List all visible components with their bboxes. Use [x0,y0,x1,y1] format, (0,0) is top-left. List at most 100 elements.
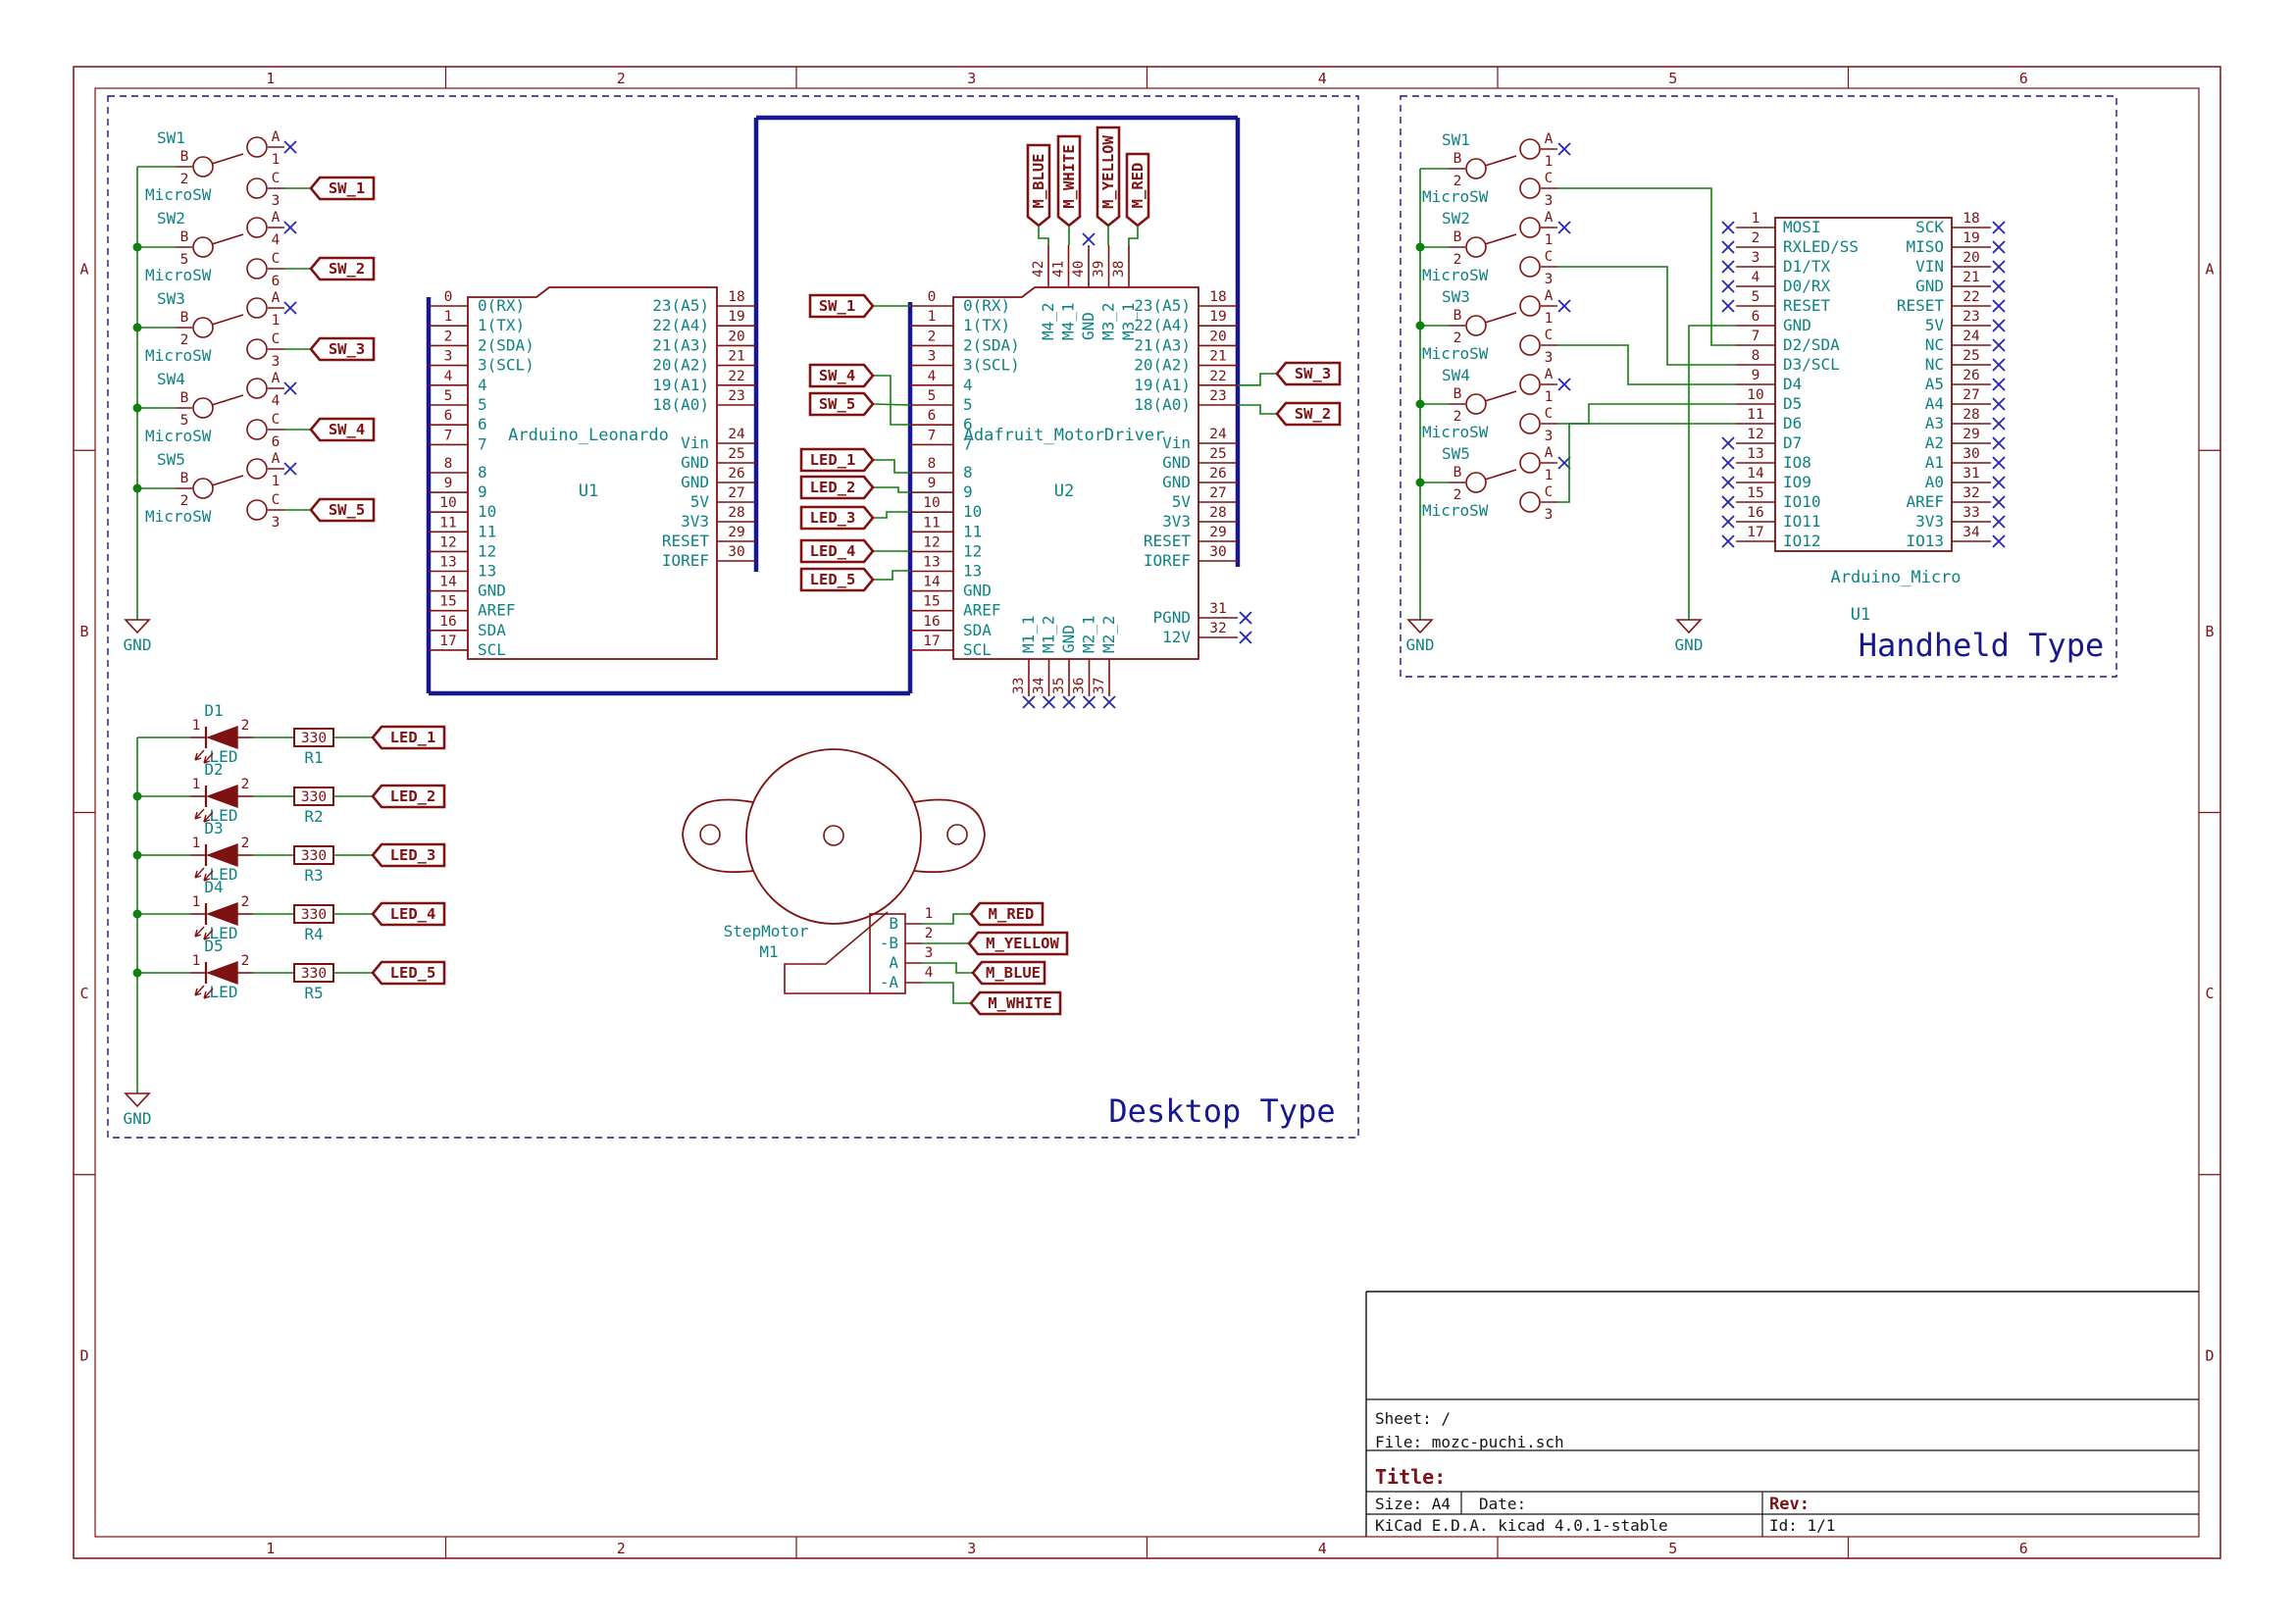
pin-number: 6 [928,408,937,424]
schematic-canvas: 112233445566AABBCCDDSheet: /File: mozc-p… [0,0,2294,1624]
switch-pin-circle [1520,178,1540,198]
pin-name: A4 [1925,394,1944,413]
pin-name: GND [478,582,506,600]
frame-column-label: 1 [266,70,275,87]
global-label-text: LED_3 [390,846,436,864]
pin-name: A0 [1925,473,1944,491]
pin-name: D7 [1783,433,1802,452]
pin-number: 2 [1453,409,1462,425]
gnd-symbol [126,620,149,633]
wire [1557,267,1736,365]
switch-value: MicroSW [1422,344,1489,363]
pin-name: 12 [963,541,982,560]
pin-name: 0(RX) [478,296,525,315]
pin-number: 5 [180,413,189,429]
global-label-text: LED_3 [810,509,856,527]
global-label-text: M_RED [1129,163,1147,209]
frame-column-label: 1 [266,1540,275,1557]
pin-name: AREF [1906,492,1944,511]
gnd-label: GND [1675,635,1704,654]
switch-pin-circle [247,178,267,198]
resistor-ref: R1 [304,748,323,767]
component-u2-motordriver[interactable]: 00(RX)11(TX)22(SDA)33(SCL)44556677889910… [910,127,1251,708]
component-m1-stepmotor[interactable]: StepMotorM1B1M_RED-B2M_YELLOWA3M_BLUE-A4… [683,749,1067,1014]
pin-name: 4 [478,376,487,394]
pin-number: 18 [1209,289,1226,305]
switch-pin-circle [247,218,267,237]
pin-number: 2 [241,718,250,734]
pin-name: 10 [963,502,982,521]
component-u1-micro[interactable]: 1MOSI18SCK2RXLED/SS19MISO3D1/TX20VIN4D0/… [1722,211,2005,625]
pin-number: 8 [928,456,937,472]
pin-number: 39 [1092,261,1107,278]
switch-lever [1485,470,1516,480]
u2-right-labels[interactable]: SW_3SW_2 [1238,363,1340,425]
pin-name: IO9 [1783,473,1811,491]
pin-letter: A [272,371,280,386]
led-triangle [208,727,237,748]
desktop-switches[interactable]: GNDSW1MicroSWB2A1C3SW_1SW2MicroSWB5A4C6S… [124,128,374,654]
pin-number: 3 [444,349,453,365]
pin-number: 27 [728,485,744,501]
led-value: LED [210,983,238,1001]
pin-number: 24 [1963,329,1980,344]
wire [1039,226,1048,245]
frame-row-label: B [2205,623,2214,640]
pin-letter: B [1453,151,1462,167]
pin-name: 3V3 [1915,512,1944,531]
pin-number: 7 [928,428,937,443]
pin-number: 16 [1747,505,1763,521]
pin-letter: B [180,229,189,245]
pin-number: 23 [1209,388,1226,404]
pin-name: GND [1162,453,1191,472]
switch-value: MicroSW [1422,423,1489,441]
pin-number: 34 [1963,525,1980,540]
pin-name: D6 [1783,414,1802,432]
pin-name: RXLED/SS [1783,237,1859,256]
pin-number: 2 [1453,252,1462,268]
pin-number: 15 [1747,485,1763,501]
pin-name: GND [681,453,709,472]
desktop-leds[interactable]: GND12D1LED330R1LED_112D2LED330R2LED_212D… [124,701,444,1128]
global-label-text: SW_4 [329,421,365,438]
frame-row-label: D [79,1346,88,1364]
wire [1129,226,1138,245]
pin-name: IO10 [1783,492,1821,511]
u2-left-labels[interactable]: SW_1SW_4SW_5LED_1LED_2LED_3LED_4LED_5 [801,295,910,590]
pin-name: 5 [478,395,487,414]
frame-column-label: 5 [1668,70,1677,87]
pin-name: 9 [478,482,487,501]
pin-number: 5 [928,388,937,404]
pin-name: 5V [1172,492,1192,511]
switch-pin-circle [1520,139,1540,159]
pin-number: 17 [439,634,456,649]
pin-name: 9 [963,482,973,501]
pin-letter: A [272,290,280,306]
pin-name: SDA [478,621,506,639]
pin-name: IO8 [1783,453,1811,472]
pin-number: 1 [1545,232,1554,248]
switch-pin-circle [193,237,213,257]
pin-number: 1 [1545,311,1554,327]
pin-number: 5 [1752,289,1760,305]
frame-column-label: 5 [1668,1540,1677,1557]
pin-name: 12V [1162,628,1191,646]
handheld-switches[interactable]: GNDSW1MicroSWB2A1C3SW2MicroSWB2A1C3SW3Mi… [1406,130,1736,654]
pin-name: 0(RX) [963,296,1010,315]
switch-value: MicroSW [145,185,212,204]
pin-number: 11 [923,515,940,531]
pin-number: 26 [1963,368,1979,383]
pin-number: 29 [728,525,744,540]
switch-lever [212,154,243,164]
switch-ref: SW1 [157,128,185,147]
pin-name: MISO [1906,237,1944,256]
pin-name: SCL [963,640,992,659]
component-u1-leonardo[interactable]: 00(RX)11(TX)22(SDA)33(SCL)44556677889910… [429,287,756,659]
resistor-value: 330 [301,848,327,864]
pin-number: 3 [272,193,280,209]
switch-lever [1485,156,1516,166]
pin-name: 8 [963,463,973,482]
pin-name: -B [880,934,898,952]
pin-number: 22 [1963,289,1979,305]
global-label-text: M_BLUE [1030,154,1047,209]
